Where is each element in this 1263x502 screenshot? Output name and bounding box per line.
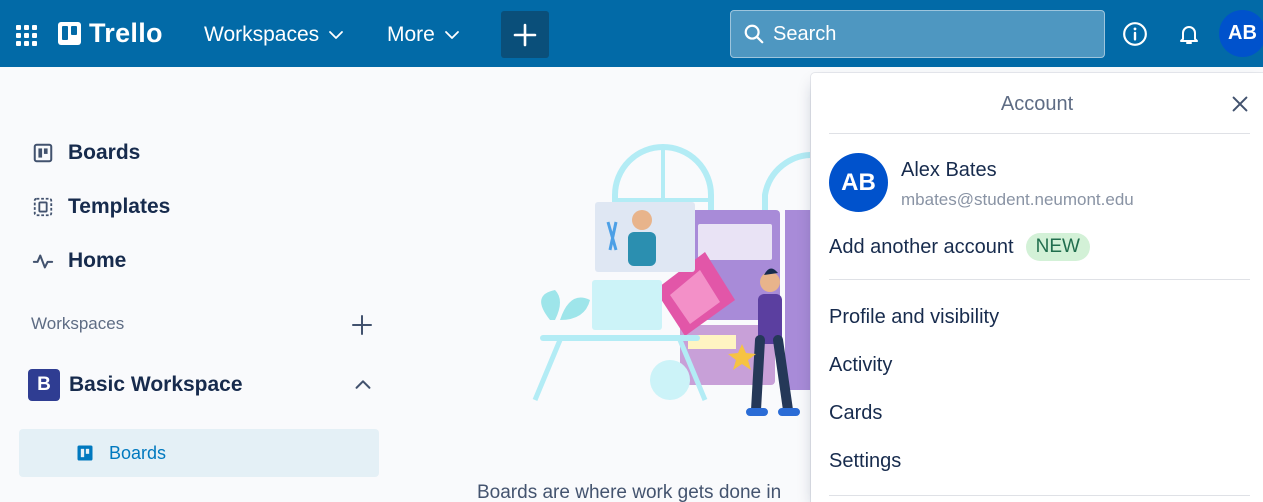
workspaces-menu-button[interactable]: Workspaces <box>204 18 345 52</box>
trello-logo[interactable]: Trello <box>58 18 163 49</box>
grid-dot <box>16 41 21 46</box>
workspace-boards-label: Boards <box>109 442 167 463</box>
divider <box>829 495 1250 496</box>
sidebar-item-label: Boards <box>68 141 141 164</box>
account-name: Alex Bates <box>901 159 997 181</box>
grid-dot <box>24 41 29 46</box>
info-button[interactable] <box>1121 20 1149 48</box>
pulse-icon <box>32 254 54 269</box>
template-icon <box>33 197 53 217</box>
info-icon <box>1123 22 1147 46</box>
top-header: Trello Workspaces More AB <box>0 0 1263 67</box>
menu-item-profile-visibility[interactable]: Profile and visibility <box>829 306 999 329</box>
more-menu-button[interactable]: More <box>387 18 461 52</box>
workspace-name: Basic Workspace <box>69 373 243 396</box>
avatar: AB <box>829 153 888 212</box>
empty-boards-illustration <box>532 144 810 416</box>
chevron-down-icon <box>329 31 344 39</box>
workspace-badge: B <box>28 369 60 401</box>
workspaces-menu-label: Workspaces <box>204 23 320 46</box>
popover-title: Account <box>1000 93 1074 115</box>
menu-item-cards[interactable]: Cards <box>829 402 882 425</box>
brand-name: Trello <box>89 18 163 48</box>
account-avatar-button[interactable]: AB <box>1219 10 1263 57</box>
account-popover: Account AB Alex Bates mbates@student.neu… <box>811 73 1263 502</box>
trello-logo-icon <box>58 22 81 45</box>
add-another-account-link[interactable]: Add another account NEW <box>829 233 1090 261</box>
close-icon[interactable] <box>1229 93 1251 115</box>
account-email: mbates@student.neumont.edu <box>901 190 1134 209</box>
grid-dot <box>32 33 37 38</box>
sidebar-item-label: Templates <box>68 195 171 218</box>
sidebar-item-templates[interactable]: Templates <box>32 192 170 222</box>
divider <box>829 279 1250 280</box>
divider <box>829 133 1250 134</box>
boards-description-text: Boards are where work gets done in <box>477 482 782 502</box>
grid-dot <box>32 25 37 30</box>
grid-dot <box>24 25 29 30</box>
grid-dot <box>32 41 37 46</box>
menu-item-activity[interactable]: Activity <box>829 354 892 377</box>
add-workspace-icon[interactable] <box>350 313 374 337</box>
chevron-up-icon[interactable] <box>352 374 374 396</box>
menu-item-settings[interactable]: Settings <box>829 450 901 473</box>
workspace-basic[interactable]: B Basic Workspace <box>28 368 378 402</box>
new-badge: NEW <box>1025 233 1090 261</box>
plus-icon <box>513 23 537 46</box>
create-button[interactable] <box>501 11 549 58</box>
sidebar-item-label: Home <box>68 249 127 272</box>
search-icon <box>744 24 764 44</box>
chevron-down-icon <box>444 31 459 39</box>
search-input[interactable] <box>773 22 1073 46</box>
grid-dot <box>16 33 21 38</box>
notifications-button[interactable] <box>1175 20 1203 48</box>
add-account-label: Add another account <box>829 235 1014 258</box>
board-icon <box>33 143 53 163</box>
board-icon <box>77 445 93 461</box>
grid-dot <box>24 33 29 38</box>
more-menu-label: More <box>387 23 435 46</box>
bell-icon <box>1180 26 1198 44</box>
sidebar-item-boards[interactable]: Boards <box>32 138 140 168</box>
grid-dot <box>16 25 21 30</box>
workspaces-section-label: Workspaces <box>31 314 125 333</box>
workspace-boards-link[interactable]: Boards <box>19 429 379 477</box>
search-box[interactable] <box>730 10 1105 58</box>
sidebar-item-home[interactable]: Home <box>32 246 126 276</box>
app-switcher-button[interactable] <box>10 20 38 48</box>
